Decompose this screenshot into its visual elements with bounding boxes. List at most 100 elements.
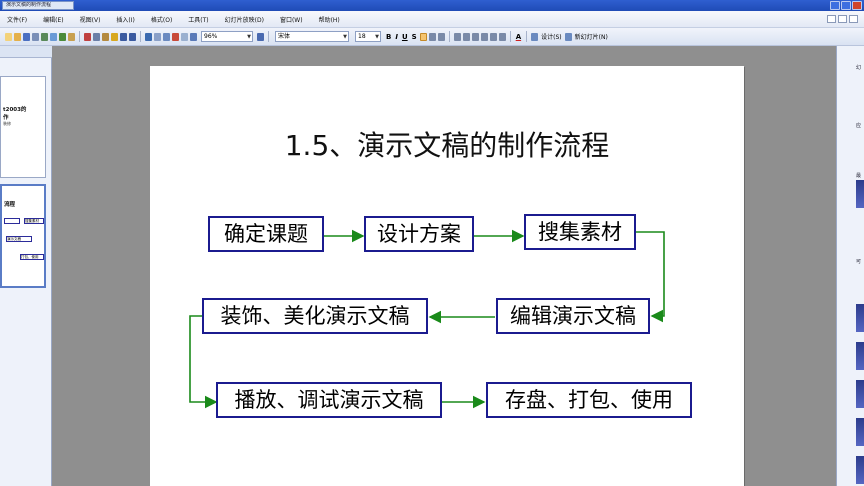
task-pane-label: 可 xyxy=(856,259,862,265)
decrease-font-icon[interactable] xyxy=(480,32,488,41)
flow-box-6[interactable]: 播放、调试演示文稿 xyxy=(216,382,442,418)
toolbar-separator xyxy=(79,31,80,42)
bold-button[interactable]: B xyxy=(386,33,391,41)
slides-pane: t2003的 作 装修 流程 搜集素材 演示文稿 打包、使用 xyxy=(0,46,52,486)
flow-box-2[interactable]: 设计方案 xyxy=(364,216,474,252)
thumb1-line2: 作 xyxy=(3,115,9,121)
increase-font-icon[interactable] xyxy=(471,32,479,41)
toolbar: 96% ▼ 宋体 ▼ 18 ▼ B I U S A 设计(S) 新幻灯片(N) xyxy=(0,28,864,46)
thumb2-box xyxy=(4,218,20,224)
document-title-tab[interactable]: 演示文稿的制作流程 xyxy=(2,1,74,10)
new-slide-button[interactable]: 新幻灯片(N) xyxy=(575,32,608,41)
slide-thumbnail-1[interactable]: t2003的 作 装修 xyxy=(0,76,46,178)
expand-icon[interactable] xyxy=(181,32,188,41)
task-pane-label: 应 xyxy=(856,123,862,129)
maximize-button[interactable] xyxy=(841,1,851,10)
format-painter-icon[interactable] xyxy=(111,32,118,41)
chevron-down-icon: ▼ xyxy=(343,34,347,40)
grid-icon[interactable] xyxy=(190,32,197,41)
bullets-icon[interactable] xyxy=(462,32,470,41)
underline-button[interactable]: U xyxy=(402,33,408,41)
align-center-icon[interactable] xyxy=(428,32,436,41)
toolbar-separator xyxy=(526,31,528,42)
font-size-value: 18 xyxy=(358,33,366,40)
font-select[interactable]: 宋体 ▼ xyxy=(275,31,349,42)
doc-close-button[interactable] xyxy=(849,15,858,23)
design-template-thumb[interactable] xyxy=(856,456,864,484)
slide[interactable]: 1.5、演示文稿的制作流程 确定课题 设计方案 搜集素材 编辑演示文稿 装饰、美… xyxy=(150,66,744,486)
title-bar: 演示文稿的制作流程 xyxy=(0,0,864,11)
align-left-icon[interactable] xyxy=(419,32,427,41)
align-right-icon[interactable] xyxy=(437,32,445,41)
flow-box-4[interactable]: 编辑演示文稿 xyxy=(496,298,650,334)
close-button[interactable] xyxy=(852,1,862,10)
flow-box-5[interactable]: 装饰、美化演示文稿 xyxy=(202,298,428,334)
font-color-button[interactable]: A xyxy=(516,33,521,41)
flow-box-1[interactable]: 确定课题 xyxy=(208,216,324,252)
wordart-icon[interactable] xyxy=(172,32,179,41)
save-icon[interactable] xyxy=(23,32,30,41)
menu-window[interactable]: 窗口(W) xyxy=(273,15,312,24)
design-template-thumb[interactable] xyxy=(856,418,864,446)
spelling-icon[interactable] xyxy=(59,32,66,41)
font-size-select[interactable]: 18 ▼ xyxy=(355,31,381,42)
table-icon[interactable] xyxy=(154,32,161,41)
design-template-thumb[interactable] xyxy=(856,342,864,370)
doc-minimize-button[interactable] xyxy=(827,15,836,23)
menu-file[interactable]: 文件(F) xyxy=(0,15,36,24)
thumb1-subtitle: 装修 xyxy=(3,121,11,126)
design-template-thumb[interactable] xyxy=(856,380,864,408)
design-button[interactable]: 设计(S) xyxy=(541,32,562,41)
research-icon[interactable] xyxy=(68,32,75,41)
menu-help[interactable]: 帮助(H) xyxy=(312,15,349,24)
task-pane: 幻 应 最 可 xyxy=(836,46,864,486)
undo-icon[interactable] xyxy=(120,32,127,41)
help-icon[interactable] xyxy=(257,32,264,41)
connector-arrows xyxy=(189,229,665,409)
print-preview-icon[interactable] xyxy=(50,32,57,41)
flow-box-7[interactable]: 存盘、打包、使用 xyxy=(486,382,692,418)
redo-icon[interactable] xyxy=(129,32,136,41)
permission-icon[interactable] xyxy=(32,32,39,41)
menu-edit[interactable]: 编辑(E) xyxy=(36,15,72,24)
chevron-down-icon: ▼ xyxy=(375,34,379,40)
menu-tools[interactable]: 工具(T) xyxy=(181,15,217,24)
thumb2-box-label: 演示文稿 xyxy=(6,236,32,242)
print-icon[interactable] xyxy=(41,32,48,41)
chart-icon[interactable] xyxy=(163,32,170,41)
italic-button[interactable]: I xyxy=(395,33,398,41)
menu-insert[interactable]: 插入(I) xyxy=(109,15,143,24)
slide-thumbnail-2[interactable]: 流程 搜集素材 演示文稿 打包、使用 xyxy=(0,184,46,288)
menu-format[interactable]: 格式(O) xyxy=(144,15,181,24)
hyperlink-icon[interactable] xyxy=(145,32,152,41)
copy-icon[interactable] xyxy=(93,32,100,41)
open-folder-icon[interactable] xyxy=(14,32,21,41)
design-template-thumb[interactable] xyxy=(856,304,864,332)
increase-indent-icon[interactable] xyxy=(498,32,506,41)
menu-view[interactable]: 视图(V) xyxy=(73,15,110,24)
menu-bar: 文件(F) 编辑(E) 视图(V) 插入(I) 格式(O) 工具(T) 幻灯片放… xyxy=(0,11,864,28)
decrease-indent-icon[interactable] xyxy=(489,32,497,41)
design-icon xyxy=(531,32,539,41)
window-controls xyxy=(830,1,862,10)
minimize-button[interactable] xyxy=(830,1,840,10)
zoom-value: 96% xyxy=(204,33,218,40)
zoom-select[interactable]: 96% ▼ xyxy=(201,31,253,42)
task-pane-label: 幻 xyxy=(856,65,862,71)
shadow-button[interactable]: S xyxy=(412,33,417,41)
task-pane-label: 最 xyxy=(856,173,862,179)
thumb2-box-label: 打包、使用 xyxy=(20,254,44,260)
new-file-icon[interactable] xyxy=(5,32,12,41)
paste-icon[interactable] xyxy=(102,32,109,41)
numbering-icon[interactable] xyxy=(453,32,461,41)
toolbar-separator xyxy=(509,31,511,42)
thumb2-box-label: 搜集素材 xyxy=(24,218,44,224)
design-template-thumb[interactable] xyxy=(856,180,864,208)
thumb1-title: t2003的 xyxy=(3,107,27,113)
doc-restore-button[interactable] xyxy=(838,15,847,23)
menu-slideshow[interactable]: 幻灯片放映(D) xyxy=(218,15,273,24)
cut-icon[interactable] xyxy=(84,32,91,41)
flow-box-3[interactable]: 搜集素材 xyxy=(524,214,636,250)
new-slide-icon xyxy=(564,32,572,41)
pane-tab-strip[interactable] xyxy=(0,46,52,58)
